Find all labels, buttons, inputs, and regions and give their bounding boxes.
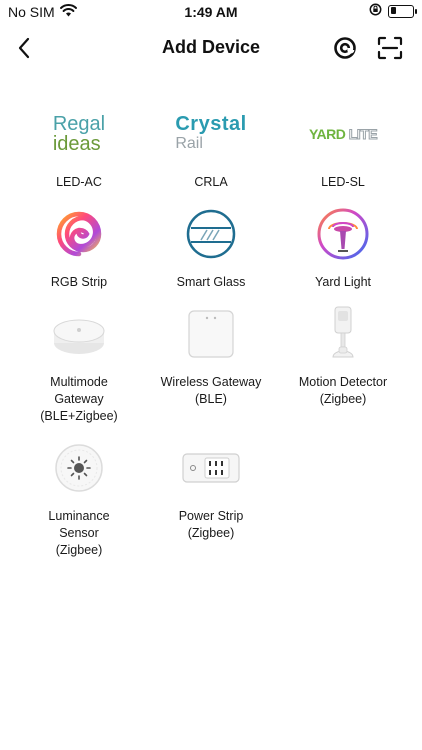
battery-fill <box>390 7 396 14</box>
device-label: Multimode Gateway (BLE+Zigbee) <box>40 375 118 423</box>
status-time: 1:49 AM <box>184 4 238 20</box>
yard-logo-part1: YARD <box>308 126 346 142</box>
device-label: LED-AC <box>56 175 102 189</box>
power-strip-icon <box>146 438 276 498</box>
device-label: Motion Detector (Zigbee) <box>298 375 388 406</box>
device-label: Smart Glass <box>176 275 246 289</box>
status-right <box>369 3 417 19</box>
battery-icon <box>388 4 417 18</box>
device-tile-luminance-sensor[interactable]: Luminance Sensor (Zigbee) <box>14 438 144 559</box>
device-tile-wireless-gateway[interactable]: Wireless Gateway (BLE) <box>146 304 276 408</box>
device-label: RGB Strip <box>50 275 108 289</box>
device-tile-motion-detector[interactable]: Motion Detector (Zigbee) <box>278 304 408 408</box>
regal-ideas-logo: Regal ideas <box>14 104 144 164</box>
luminance-sensor-icon <box>14 438 144 498</box>
device-tile-rgb-strip[interactable]: RGB Strip <box>14 204 144 291</box>
rgb-strip-icon <box>14 204 144 264</box>
yard-logo-part2: LITE <box>348 126 378 143</box>
orientation-lock-icon <box>369 3 382 19</box>
device-tile-led-ac[interactable]: Regal ideas LED-AC <box>14 104 144 191</box>
crystal-logo-line1: Crystal <box>175 113 247 135</box>
device-label: LED-SL <box>321 175 365 189</box>
device-tile-led-sl[interactable]: YARD LITE LED-SL <box>278 104 408 191</box>
device-tile-multimode-gateway[interactable]: Multimode Gateway (BLE+Zigbee) <box>14 304 144 425</box>
motion-detector-icon <box>278 304 408 364</box>
crystal-rail-logo: Crystal Rail <box>146 104 276 164</box>
device-tile-smart-glass[interactable]: Smart Glass <box>146 204 276 291</box>
regal-logo-line1: Regal <box>52 113 106 135</box>
smart-glass-icon <box>146 204 276 264</box>
scan-button[interactable] <box>375 33 405 63</box>
device-label: Power Strip (Zigbee) <box>178 509 244 540</box>
device-tile-power-strip[interactable]: Power Strip (Zigbee) <box>146 438 276 542</box>
device-label: Yard Light <box>314 275 372 289</box>
device-label: Luminance Sensor (Zigbee) <box>48 509 110 557</box>
nav-bar: Add Device <box>0 28 422 68</box>
device-tile-crla[interactable]: Crystal Rail CRLA <box>146 104 276 191</box>
device-tile-yard-light[interactable]: Yard Light <box>278 204 408 291</box>
scan-icon <box>377 36 403 60</box>
regal-logo-line2: ideas <box>52 133 101 155</box>
yard-lite-logo: YARD LITE <box>278 104 408 164</box>
at-button[interactable] <box>330 33 360 63</box>
device-label: Wireless Gateway (BLE) <box>160 375 262 406</box>
device-label: CRLA <box>194 175 228 189</box>
multimode-gateway-icon <box>14 304 144 364</box>
yard-light-icon <box>278 204 408 264</box>
at-sign-icon <box>334 37 356 59</box>
crystal-logo-line2: Rail <box>175 135 203 152</box>
status-bar: No SIM 1:49 AM <box>0 0 422 24</box>
wireless-gateway-icon <box>146 304 276 364</box>
